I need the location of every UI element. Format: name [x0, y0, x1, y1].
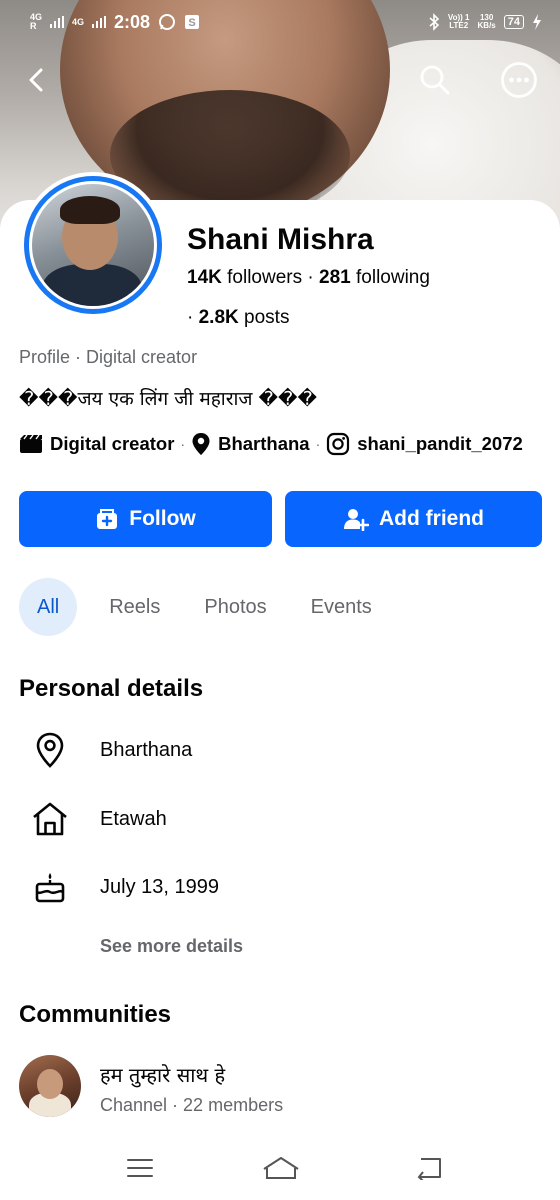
sim2-label: 4G	[72, 16, 85, 27]
battery-indicator: 74	[503, 15, 524, 29]
posts-prefix: ·	[187, 307, 194, 328]
community-image	[19, 1055, 81, 1117]
profile-info-line: Digital creator · Bharthana · shani_pand…	[19, 432, 523, 456]
info-location-text: Bharthana	[218, 433, 310, 454]
follow-button[interactable]: Follow	[19, 491, 272, 547]
tab-reels[interactable]: Reels	[93, 578, 176, 636]
add-friend-button[interactable]: Add friend	[285, 491, 542, 547]
detail-hometown-text: Etawah	[100, 807, 167, 830]
home-nav-icon	[263, 1157, 299, 1179]
info-separator-2: ·	[315, 436, 321, 452]
profile-name: Shani Mishra	[187, 223, 374, 256]
avatar-body	[42, 264, 142, 306]
location-pin-icon	[30, 730, 70, 770]
following-label[interactable]: following	[356, 267, 430, 288]
signal-bars-2-icon	[92, 16, 107, 28]
detail-birthday: July 13, 1999	[30, 867, 219, 907]
profile-bio: ���जय एक लिंग जी महाराज ���	[19, 388, 317, 410]
follow-icon	[97, 509, 118, 529]
sim1-signal: 4G R	[30, 13, 42, 31]
follow-button-label: Follow	[129, 507, 196, 530]
tab-photos[interactable]: Photos	[188, 578, 282, 636]
back-button[interactable]	[12, 55, 62, 105]
back-nav-icon	[417, 1158, 441, 1180]
home-button[interactable]	[258, 1150, 304, 1186]
speed-bottom: KB/s	[477, 21, 496, 30]
search-button[interactable]	[410, 55, 460, 105]
bluetooth-icon	[429, 13, 440, 31]
svg-text:S: S	[188, 17, 195, 29]
add-friend-icon	[344, 509, 369, 531]
charging-icon	[533, 14, 541, 30]
community-item[interactable]: हम तुम्हारे साथ हे Channel · 22 members	[19, 1055, 539, 1119]
status-right: Vo)) 1 LTE2 130 KB/s 74	[428, 13, 542, 31]
add-friend-button-label: Add friend	[379, 507, 484, 530]
followers-count[interactable]: 14K	[187, 267, 222, 288]
signal-bars-icon	[50, 16, 65, 28]
community-name: हम तुम्हारे साथ हे	[100, 1063, 226, 1087]
back-nav-button[interactable]	[408, 1150, 448, 1186]
detail-location-text: Bharthana	[100, 738, 193, 761]
info-instagram[interactable]: shani_pandit_2072	[326, 432, 523, 456]
avatar-hair	[60, 196, 120, 224]
instagram-icon	[327, 432, 350, 456]
avatar-photo	[32, 184, 154, 306]
detail-birthday-text: July 13, 1999	[100, 875, 219, 898]
volte-bottom: LTE2	[449, 21, 469, 30]
more-options-button[interactable]	[494, 55, 544, 105]
speed-indicator: 130 KB/s	[478, 14, 496, 30]
story-ring	[24, 176, 162, 314]
tab-all[interactable]: All	[19, 578, 78, 636]
stats-separator: ·	[307, 267, 320, 288]
s-app-icon: S	[185, 15, 200, 29]
info-category-text: Digital creator	[50, 433, 175, 454]
community-meta: Channel · 22 members	[100, 1095, 284, 1115]
info-instagram-text: shani_pandit_2072	[357, 433, 523, 454]
whatsapp-icon	[159, 14, 176, 30]
tab-events[interactable]: Events	[295, 578, 388, 636]
follow-stats: 14K followers · 281 following	[187, 267, 430, 289]
status-bar: 4G R 4G 2:08 S Vo)) 1 LTE2 130 KB/s 74	[0, 0, 560, 44]
communities-title: Communities	[19, 1001, 172, 1028]
detail-hometown: Etawah	[30, 799, 167, 839]
menu-lines-icon	[127, 1159, 153, 1177]
info-category: Digital creator	[19, 433, 174, 455]
back-arrow-icon	[29, 68, 43, 92]
system-nav-bar	[0, 1140, 560, 1200]
posts-count: 2.8K	[198, 307, 239, 328]
info-location[interactable]: Bharthana	[191, 432, 310, 456]
info-separator: ·	[180, 436, 186, 452]
home-icon	[30, 799, 70, 839]
posts-stats: · 2.8K posts	[187, 307, 289, 329]
see-more-details-link[interactable]: See more details	[100, 936, 243, 957]
clapperboard-icon	[20, 434, 42, 453]
sim2-signal: 4G	[72, 16, 85, 27]
status-left: 4G R 4G 2:08 S	[30, 12, 200, 33]
following-count[interactable]: 281	[319, 267, 351, 288]
profile-category-line: Profile · Digital creator	[19, 347, 198, 367]
sim1-sub: R	[30, 21, 37, 31]
personal-details-title: Personal details	[19, 675, 204, 702]
location-pin-icon	[192, 433, 210, 455]
detail-location: Bharthana	[30, 730, 192, 770]
volte-indicator: Vo)) 1 LTE2	[448, 14, 470, 30]
birthday-cake-icon	[30, 867, 70, 907]
profile-avatar[interactable]	[20, 172, 166, 318]
posts-label: posts	[244, 307, 290, 328]
community-image-head	[37, 1069, 63, 1099]
recent-apps-button[interactable]	[120, 1150, 160, 1186]
top-nav	[0, 55, 560, 105]
search-icon	[420, 65, 450, 95]
clock: 2:08	[114, 11, 151, 32]
more-options-icon	[501, 62, 537, 98]
followers-label[interactable]: followers	[227, 267, 302, 288]
profile-tabs: All Reels Photos Events	[19, 578, 388, 636]
